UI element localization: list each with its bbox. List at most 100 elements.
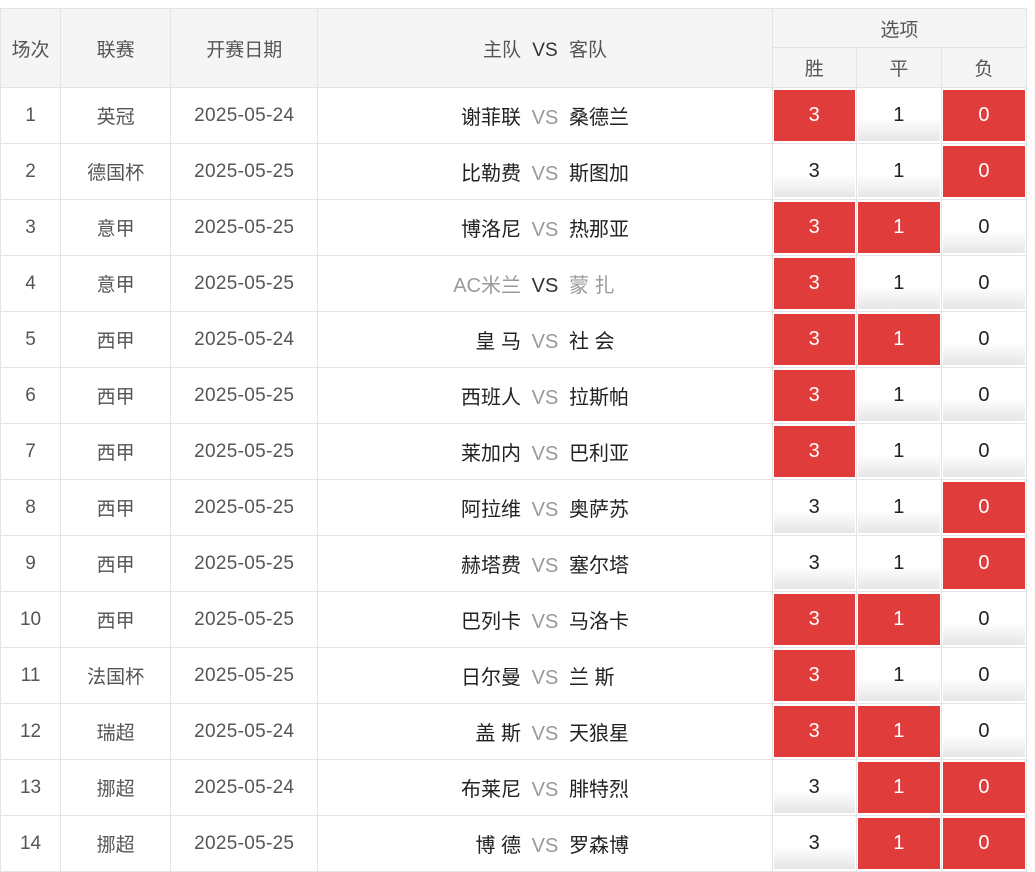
option-draw-button[interactable]: 1 xyxy=(857,314,940,365)
option-win-button[interactable]: 3 xyxy=(773,314,855,365)
option-draw-cell: 1 xyxy=(855,703,942,760)
match-number: 5 xyxy=(0,311,62,368)
option-lose-cell: 0 xyxy=(940,367,1028,424)
option-lose-button[interactable]: 0 xyxy=(942,146,1025,197)
match-teams: 莱加内 VS 巴利亚 xyxy=(317,423,773,480)
vs-label: VS xyxy=(531,611,559,633)
table-row: 12 瑞超 2025-05-24 盖 斯 VS 天狼星 3 1 0 xyxy=(0,703,1028,760)
match-teams: 皇 马 VS 社 会 xyxy=(317,311,773,368)
away-team: 马洛卡 xyxy=(568,611,629,633)
away-team: 兰 斯 xyxy=(568,667,615,689)
option-win-button[interactable]: 3 xyxy=(773,482,855,533)
option-draw-button[interactable]: 1 xyxy=(857,146,940,197)
away-team: 社 会 xyxy=(568,331,615,353)
option-lose-button[interactable]: 0 xyxy=(942,818,1025,869)
option-win-cell: 3 xyxy=(771,87,857,144)
option-draw-button[interactable]: 1 xyxy=(857,762,940,813)
match-teams: 巴列卡 VS 马洛卡 xyxy=(317,591,773,648)
option-win-button[interactable]: 3 xyxy=(773,650,855,701)
option-draw-button[interactable]: 1 xyxy=(857,818,940,869)
option-draw-button[interactable]: 1 xyxy=(857,90,940,141)
option-win-button[interactable]: 3 xyxy=(773,90,855,141)
option-win-button[interactable]: 3 xyxy=(773,538,855,589)
option-draw-button[interactable]: 1 xyxy=(857,594,940,645)
away-team: 桑德兰 xyxy=(568,107,629,129)
match-teams: 日尔曼 VS 兰 斯 xyxy=(317,647,773,704)
header-options: 选项 xyxy=(771,8,1028,48)
option-lose-cell: 0 xyxy=(940,535,1028,592)
option-lose-button[interactable]: 0 xyxy=(942,538,1025,589)
away-team: 罗森博 xyxy=(568,835,629,857)
option-draw-button[interactable]: 1 xyxy=(857,706,940,757)
option-lose-button[interactable]: 0 xyxy=(942,762,1025,813)
option-win-button[interactable]: 3 xyxy=(773,762,855,813)
option-draw-button[interactable]: 1 xyxy=(857,370,940,421)
option-lose-button[interactable]: 0 xyxy=(942,482,1025,533)
vs-label: VS xyxy=(531,779,559,801)
vs-label: VS xyxy=(531,667,559,689)
match-teams: 赫塔费 VS 塞尔塔 xyxy=(317,535,773,592)
option-draw-button[interactable]: 1 xyxy=(857,258,940,309)
option-lose-button[interactable]: 0 xyxy=(942,258,1025,309)
option-win-button[interactable]: 3 xyxy=(773,426,855,477)
home-team: 莱加内 xyxy=(460,443,521,465)
match-teams: 盖 斯 VS 天狼星 xyxy=(317,703,773,760)
option-win-button[interactable]: 3 xyxy=(773,594,855,645)
option-lose-button[interactable]: 0 xyxy=(942,594,1025,645)
option-lose-button[interactable]: 0 xyxy=(942,202,1025,253)
start-date: 2025-05-25 xyxy=(170,199,319,256)
option-lose-button[interactable]: 0 xyxy=(942,314,1025,365)
match-number: 9 xyxy=(0,535,62,592)
away-team: 塞尔塔 xyxy=(568,555,629,577)
option-draw-cell: 1 xyxy=(855,255,942,312)
option-draw-cell: 1 xyxy=(855,759,942,816)
option-lose-cell: 0 xyxy=(940,479,1028,536)
home-team: 布莱尼 xyxy=(460,779,521,801)
option-lose-button[interactable]: 0 xyxy=(942,90,1025,141)
option-win-cell: 3 xyxy=(771,423,857,480)
home-team: 谢菲联 xyxy=(460,107,521,129)
option-lose-button[interactable]: 0 xyxy=(942,650,1025,701)
option-draw-button[interactable]: 1 xyxy=(857,202,940,253)
vs-label: VS xyxy=(531,163,559,185)
option-draw-button[interactable]: 1 xyxy=(857,482,940,533)
option-win-button[interactable]: 3 xyxy=(773,706,855,757)
option-win-cell: 3 xyxy=(771,535,857,592)
option-lose-button[interactable]: 0 xyxy=(942,706,1025,757)
away-team: 腓特烈 xyxy=(568,779,629,801)
option-lose-cell: 0 xyxy=(940,759,1028,816)
option-lose-button[interactable]: 0 xyxy=(942,370,1025,421)
vs-label: VS xyxy=(531,107,559,129)
match-teams: 西班人 VS 拉斯帕 xyxy=(317,367,773,424)
vs-label: VS xyxy=(531,555,559,577)
table-row: 9 西甲 2025-05-25 赫塔费 VS 塞尔塔 3 1 0 xyxy=(0,535,1028,592)
table-row: 2 德国杯 2025-05-25 比勒费 VS 斯图加 3 1 0 xyxy=(0,143,1028,200)
option-win-button[interactable]: 3 xyxy=(773,370,855,421)
table-row: 11 法国杯 2025-05-25 日尔曼 VS 兰 斯 310 xyxy=(0,647,1028,704)
match-number: 8 xyxy=(0,479,62,536)
option-draw-button[interactable]: 1 xyxy=(857,538,940,589)
match-teams: 博 德 VS 罗森博 xyxy=(317,815,773,872)
start-date: 2025-05-24 xyxy=(170,703,319,760)
option-draw-cell: 1 xyxy=(855,815,942,872)
option-win-button[interactable]: 3 xyxy=(773,818,855,869)
option-draw-button[interactable]: 1 xyxy=(857,650,940,701)
start-date: 2025-05-24 xyxy=(170,759,319,816)
vs-label: VS xyxy=(531,275,559,297)
option-draw-cell: 1 xyxy=(855,311,942,368)
table-row: 3 意甲 2025-05-25 博洛尼 VS 热那亚 3 1 0 xyxy=(0,199,1028,256)
start-date: 2025-05-24 xyxy=(170,87,319,144)
vs-label: VS xyxy=(531,331,559,353)
table-row: 5 西甲 2025-05-24 皇 马 VS 社 会 310 xyxy=(0,311,1028,368)
match-teams: 阿拉维 VS 奥萨苏 xyxy=(317,479,773,536)
option-win-cell: 3 xyxy=(771,311,857,368)
option-lose-button[interactable]: 0 xyxy=(942,426,1025,477)
option-win-button[interactable]: 3 xyxy=(773,146,855,197)
home-team: 博 德 xyxy=(475,835,521,857)
table-row: 6 西甲 2025-05-25 西班人 VS 拉斯帕 3 1 0 xyxy=(0,367,1028,424)
table-body: 1 英冠 2025-05-24 谢菲联 VS 桑德兰 3 1 0 2 德国杯 2025-05-25 比勒… xyxy=(0,87,1028,872)
option-draw-button[interactable]: 1 xyxy=(857,426,940,477)
option-win-button[interactable]: 3 xyxy=(773,202,855,253)
option-win-button[interactable]: 3 xyxy=(773,258,855,309)
match-teams: 布莱尼 VS 腓特烈 xyxy=(317,759,773,816)
